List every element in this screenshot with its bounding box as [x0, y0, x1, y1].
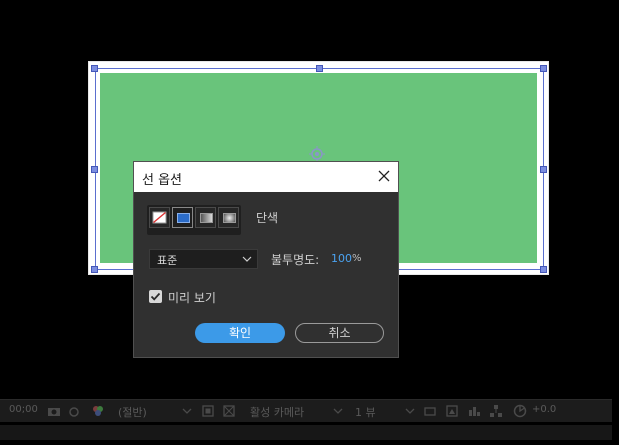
exposure-value[interactable]: +0.0 — [532, 404, 556, 415]
preview-checkbox[interactable] — [149, 290, 162, 303]
handle-top-right[interactable] — [540, 65, 547, 72]
ok-button[interactable]: 확인 — [195, 323, 285, 343]
camera-select[interactable]: 활성 카메라 — [250, 404, 304, 420]
show-snapshot-icon[interactable] — [68, 404, 82, 418]
stroke-options-dialog: 선 옵션 단색 표준 불투명도: 100 % 미리 보기 확인 취소 — [133, 161, 399, 358]
timeline-strip — [0, 425, 612, 440]
anchor-point-icon[interactable] — [309, 146, 325, 162]
preview-label[interactable]: 미리 보기 — [168, 289, 216, 306]
resolution-select[interactable]: (절반) — [118, 404, 147, 420]
handle-middle-left[interactable] — [91, 166, 98, 173]
handle-middle-right[interactable] — [540, 166, 547, 173]
fast-preview-icon[interactable] — [445, 404, 459, 418]
flowchart-icon[interactable] — [489, 404, 503, 418]
snapshot-icon[interactable] — [47, 404, 61, 418]
transparency-grid-icon[interactable] — [222, 404, 236, 418]
none-icon[interactable] — [149, 207, 170, 228]
chevron-down-icon — [405, 408, 415, 414]
viewer-toolbar: 00;00 (절반) 활성 카메라 1 뷰 +0.0 — [0, 399, 612, 422]
exposure-icon[interactable] — [513, 404, 527, 418]
handle-top-middle[interactable] — [316, 65, 323, 72]
timeline-icon[interactable] — [467, 404, 481, 418]
cancel-button[interactable]: 취소 — [295, 323, 384, 343]
toggle-pixel-aspect-icon[interactable] — [423, 404, 437, 418]
opacity-unit: % — [352, 253, 362, 264]
opacity-value[interactable]: 100 — [331, 252, 352, 265]
dialog-title: 선 옵션 — [142, 173, 183, 188]
handle-top-left[interactable] — [91, 65, 98, 72]
views-select[interactable]: 1 뷰 — [355, 404, 376, 420]
chevron-down-icon — [182, 408, 192, 414]
timecode[interactable]: 00;00 — [9, 404, 38, 415]
chevron-down-icon — [333, 408, 343, 414]
solid-color-icon[interactable] — [172, 207, 193, 228]
handle-bottom-right[interactable] — [540, 266, 547, 273]
close-icon[interactable] — [376, 168, 392, 184]
fill-type-label: 단색 — [256, 211, 279, 225]
radial-gradient-icon[interactable] — [218, 207, 239, 228]
handle-bottom-left[interactable] — [91, 266, 98, 273]
blend-mode-select[interactable]: 표준 — [149, 249, 258, 269]
chevron-down-icon — [242, 256, 252, 262]
checkmark-icon — [150, 292, 161, 301]
dialog-titlebar: 선 옵션 — [134, 162, 398, 192]
fill-type-group — [147, 205, 241, 235]
region-of-interest-icon[interactable] — [201, 404, 215, 418]
blend-mode-value: 표준 — [157, 254, 178, 267]
channel-icon[interactable] — [91, 404, 105, 418]
linear-gradient-icon[interactable] — [195, 207, 216, 228]
opacity-label: 불투명도: — [271, 253, 320, 267]
